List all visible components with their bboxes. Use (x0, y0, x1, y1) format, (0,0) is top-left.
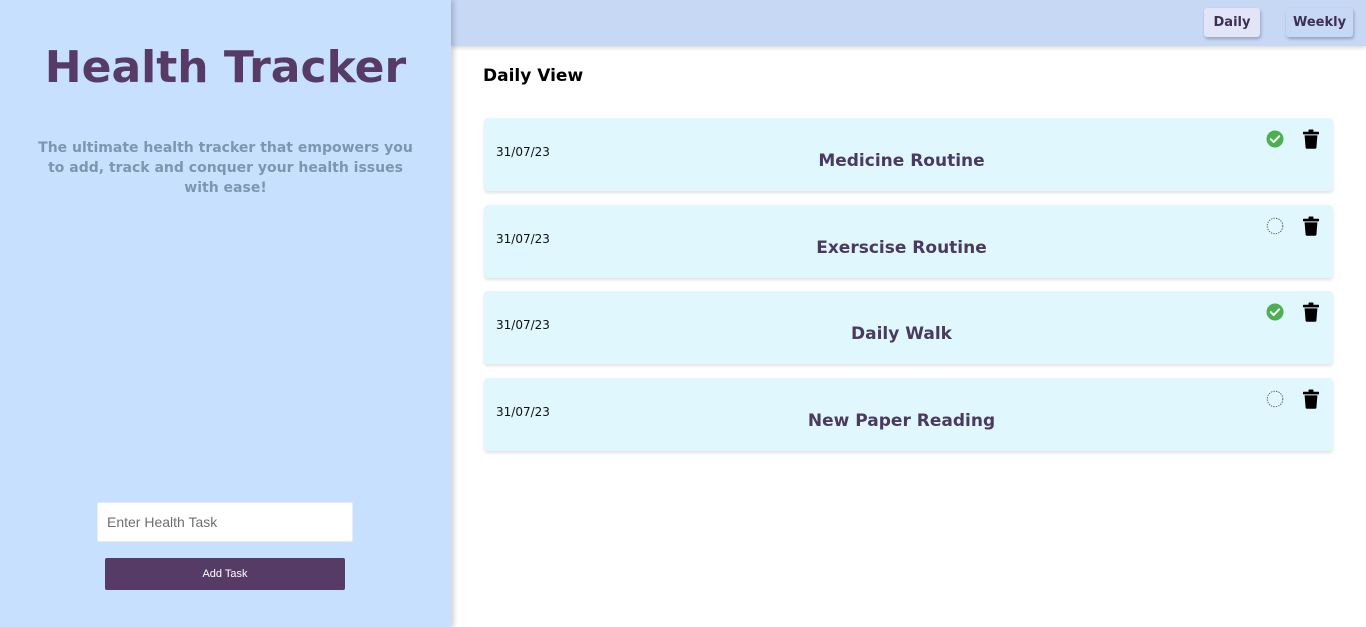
task-card: 31/07/23 Daily Walk (484, 291, 1333, 364)
task-name: Exerscise Routine (816, 237, 987, 258)
app-root: Health Tracker The ultimate health track… (0, 0, 1366, 627)
check-circle-icon[interactable] (1266, 130, 1284, 148)
task-card: 31/07/23 New Paper Reading (484, 377, 1333, 451)
tagline: The ultimate health tracker that empower… (38, 140, 413, 196)
task-card: 31/07/23 Medicine Routine (484, 118, 1333, 191)
trash-icon[interactable] (1303, 216, 1319, 236)
task-name: Medicine Routine (818, 151, 985, 171)
view-title: Daily View (483, 66, 584, 86)
trash-icon[interactable] (1303, 302, 1319, 322)
check-circle-icon[interactable] (1266, 303, 1284, 321)
empty-circle-icon[interactable] (1266, 217, 1284, 235)
sidebar: Health Tracker The ultimate health track… (0, 0, 451, 627)
trash-icon[interactable] (1303, 129, 1319, 149)
app-title: Health Tracker (44, 42, 407, 93)
task-list: 31/07/23 Medicine Routine 31/07/23 Exers… (484, 118, 1333, 464)
task-name: New Paper Reading (807, 410, 996, 431)
top-bar: Daily Weekly (451, 0, 1366, 46)
task-name: Daily Walk (851, 324, 952, 344)
trash-icon[interactable] (1303, 389, 1319, 409)
add-task-button[interactable]: Add Task (105, 558, 345, 590)
task-card: 31/07/23 Exerscise Routine (484, 204, 1333, 278)
task-input[interactable] (97, 502, 353, 542)
daily-view-button[interactable]: Daily (1204, 8, 1260, 37)
empty-circle-icon[interactable] (1266, 390, 1284, 408)
weekly-view-button[interactable]: Weekly (1286, 8, 1353, 37)
